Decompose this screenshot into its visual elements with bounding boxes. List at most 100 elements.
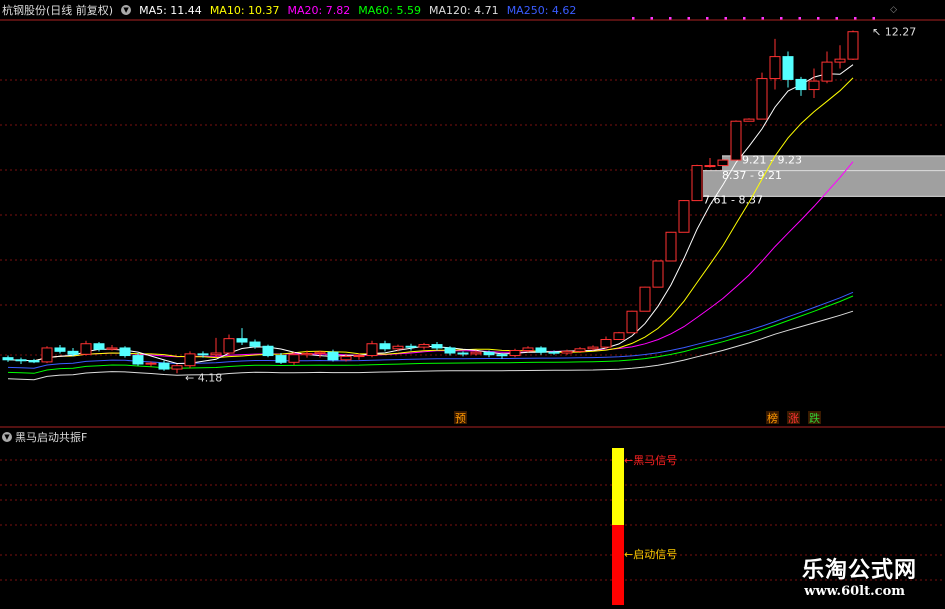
low-price-label: ← 4.18 xyxy=(185,371,222,384)
candle-body xyxy=(509,349,521,357)
candle-body xyxy=(132,355,144,365)
candle-body xyxy=(340,355,352,361)
watermark-url: www.60lt.com xyxy=(804,584,905,599)
candle-body xyxy=(106,347,118,350)
candle-body xyxy=(600,339,612,348)
candle-body xyxy=(535,347,547,353)
stock-title: 杭钢股份(日线 前复权) xyxy=(2,4,114,17)
signal-dot xyxy=(761,17,764,20)
candle-body xyxy=(496,354,508,357)
candle-body xyxy=(743,118,755,122)
candle-body xyxy=(28,360,40,363)
candle-body xyxy=(730,120,742,161)
candle-body xyxy=(366,343,378,357)
zone-label: 7.61 - 8.37 xyxy=(703,194,763,207)
candle-body xyxy=(158,362,170,370)
candle-body xyxy=(223,338,235,354)
candle-body xyxy=(80,343,92,355)
candle-body xyxy=(834,58,846,63)
ma-legend: MA5: 11.44 MA10: 10.37 MA20: 7.82 MA60: 5.5… xyxy=(139,4,584,17)
signal-dot xyxy=(780,17,783,20)
candle-body xyxy=(314,351,326,354)
candle-body xyxy=(145,362,157,365)
signal-bar-top xyxy=(612,448,624,525)
candle-body xyxy=(613,332,625,341)
candle-body xyxy=(587,346,599,350)
candle-body xyxy=(626,310,638,334)
signal-dot xyxy=(669,17,672,20)
signal-dot xyxy=(798,17,801,20)
candle-body xyxy=(717,159,729,167)
candle-body xyxy=(561,350,573,354)
tag-label: 预 xyxy=(455,412,466,425)
candle-body xyxy=(249,341,261,347)
candle-body xyxy=(470,351,482,355)
candle-body xyxy=(236,338,248,343)
candle-body xyxy=(639,286,651,312)
signal-dot xyxy=(706,17,709,20)
candle-body xyxy=(574,348,586,352)
candle-body xyxy=(379,343,391,350)
candle-body xyxy=(808,80,820,91)
candle-body xyxy=(795,78,807,91)
candle-body xyxy=(652,260,664,288)
candle-body xyxy=(275,355,287,363)
indicator-title: 黑马启动共振F xyxy=(15,431,88,444)
candle-body xyxy=(704,165,716,168)
ma-legend-item: MA5: 11.44 xyxy=(139,3,202,17)
tag-label: 跌 xyxy=(809,411,820,425)
candle-body xyxy=(119,347,131,357)
price-chart: 9.21 - 9.238.37 - 9.217.61 - 8.37← 4.18↖… xyxy=(0,17,945,605)
candle-body xyxy=(301,352,313,356)
candle-body xyxy=(67,350,79,355)
candle-body xyxy=(353,355,365,358)
signal-dot xyxy=(854,17,857,20)
candle-body xyxy=(444,347,456,354)
ma-legend-item: MA250: 4.62 xyxy=(506,3,577,17)
ma120-line xyxy=(7,310,854,381)
candle-body xyxy=(418,344,430,348)
candle-body xyxy=(15,359,27,362)
signal-dot xyxy=(724,17,727,20)
ma-legend-item: MA20: 7.82 xyxy=(287,3,351,17)
ma10-line xyxy=(7,77,854,362)
candle-body xyxy=(769,56,781,80)
collapse-icon[interactable]: ▼ xyxy=(2,432,12,442)
candle-body xyxy=(210,352,222,356)
ma-legend-item: MA10: 10.37 xyxy=(209,3,280,17)
collapse-icon[interactable]: ▼ xyxy=(121,5,132,15)
candle-body xyxy=(93,343,105,350)
signal-dot xyxy=(872,17,875,20)
diamond-icon[interactable]: ◇ xyxy=(890,5,897,15)
candle-body xyxy=(665,231,677,262)
candle-body xyxy=(691,165,703,202)
main-header: 杭钢股份(日线 前复权) ▼ MA5: 11.44 MA10: 10.37 MA20… xyxy=(2,2,584,18)
candle-body xyxy=(431,344,443,349)
candle-body xyxy=(184,353,196,367)
candle-body xyxy=(457,352,469,355)
zone-label: 9.21 - 9.23 xyxy=(742,153,802,166)
signal-dot xyxy=(687,17,690,20)
candle-body xyxy=(522,347,534,351)
signal-bar-bottom xyxy=(612,525,624,605)
candle-body xyxy=(262,345,274,357)
ma-legend-item: MA120: 4.71 xyxy=(428,3,499,17)
candle-body xyxy=(288,354,300,363)
signal-bottom-label: ←启动信号 xyxy=(624,548,677,561)
candle-body xyxy=(392,345,404,350)
watermark-cn: 乐淘公式网 xyxy=(801,557,917,583)
candle-body xyxy=(2,357,14,361)
indicator-header: ▼ 黑马启动共振F xyxy=(2,429,87,445)
candle-body xyxy=(483,351,495,356)
candle-body xyxy=(821,61,833,82)
tag-label: 涨 xyxy=(788,412,799,425)
candle-body xyxy=(756,78,768,120)
candle-body xyxy=(327,351,339,361)
ma5-line xyxy=(7,64,854,365)
candle-body xyxy=(171,365,183,370)
candle-body xyxy=(847,31,859,60)
high-price-label: ↖ 12.27 xyxy=(872,26,916,39)
signal-dot xyxy=(817,17,820,20)
candle-body xyxy=(41,347,53,363)
signal-dot xyxy=(632,17,635,20)
